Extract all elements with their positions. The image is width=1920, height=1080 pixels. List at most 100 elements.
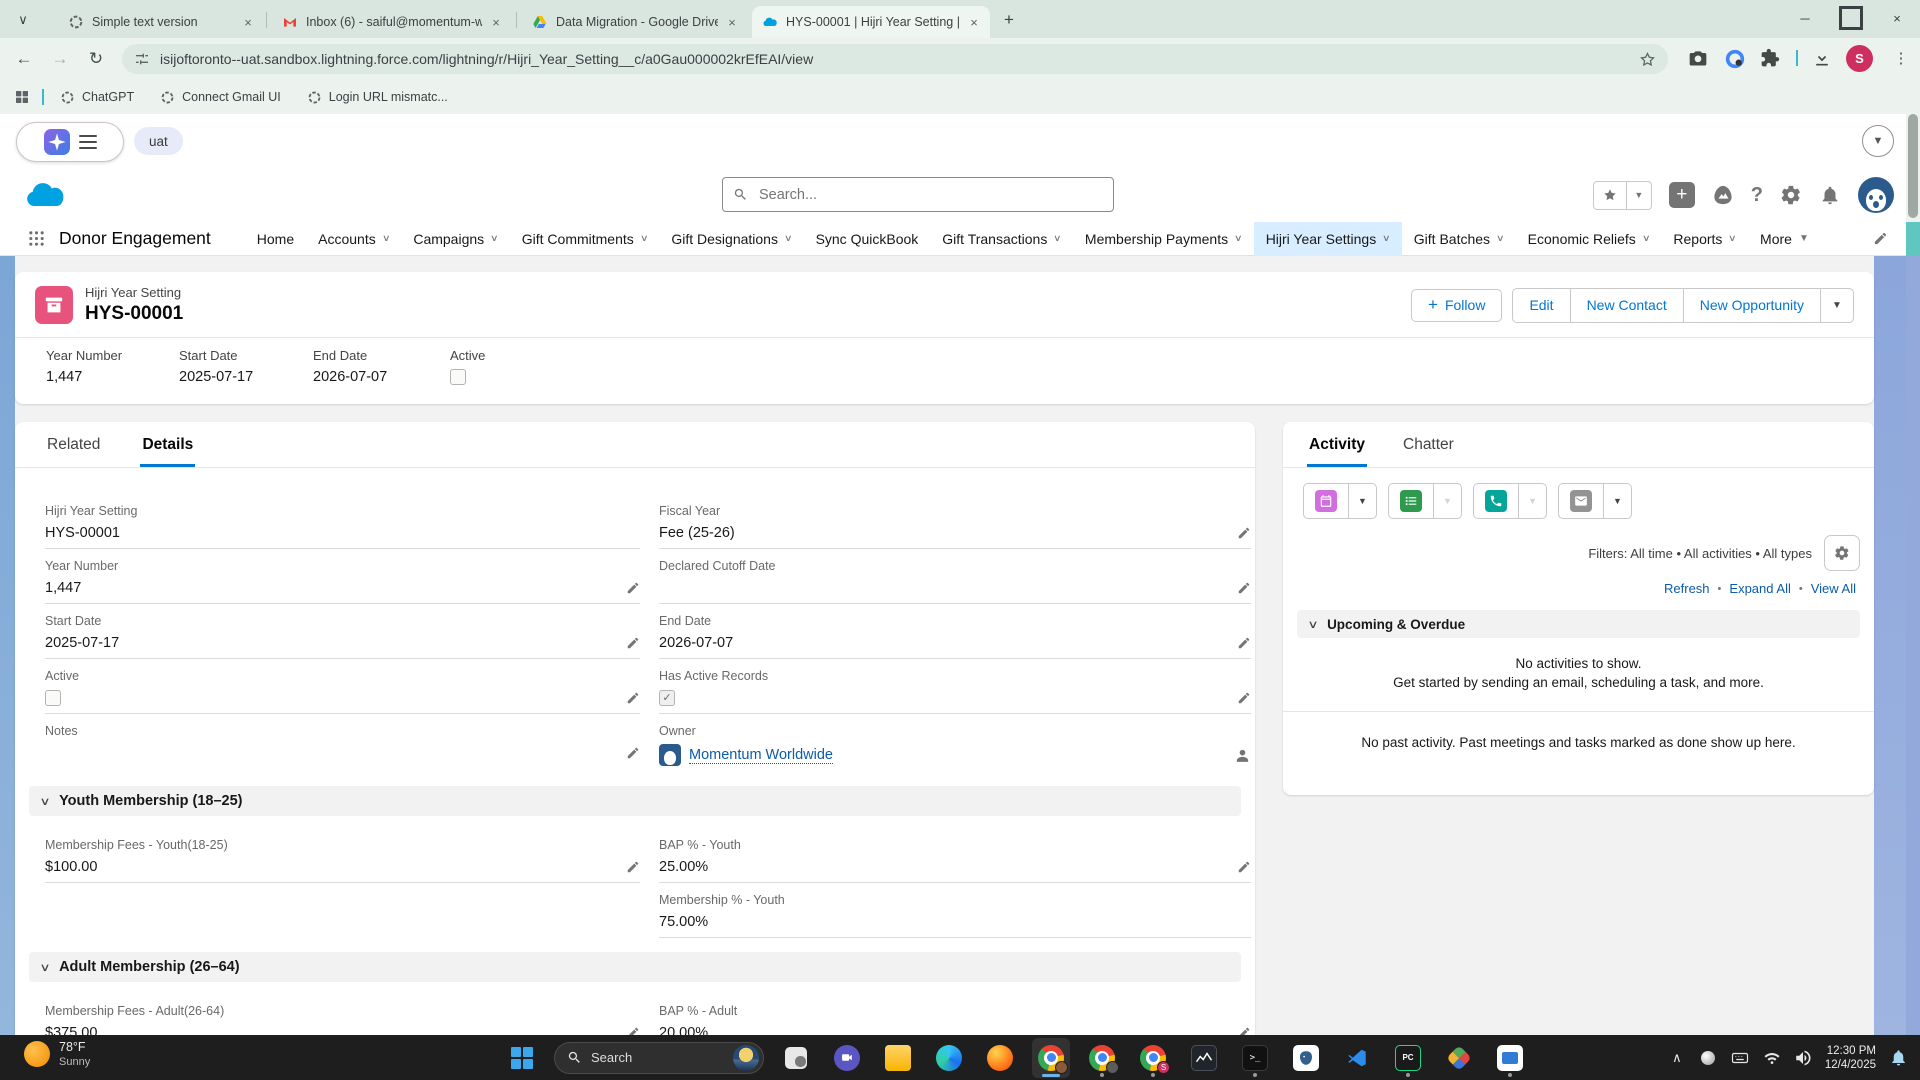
terminal-icon[interactable]: >_ bbox=[1236, 1038, 1274, 1078]
tab-related[interactable]: Related bbox=[45, 436, 102, 467]
section-youth-membership[interactable]: ∨ Youth Membership (18–25) bbox=[29, 786, 1241, 816]
site-info-icon[interactable] bbox=[134, 51, 150, 67]
chevron-down-icon[interactable]: ∨ bbox=[784, 233, 793, 244]
new-opportunity-button[interactable]: New Opportunity bbox=[1683, 289, 1820, 322]
edit-button[interactable]: Edit bbox=[1513, 289, 1569, 322]
new-tab-button[interactable]: + bbox=[998, 9, 1020, 31]
start-button[interactable] bbox=[503, 1038, 541, 1078]
notifications-bell-icon[interactable] bbox=[1819, 184, 1841, 206]
chevron-down-icon[interactable]: ∨ bbox=[1496, 233, 1505, 244]
trailhead-icon[interactable] bbox=[1712, 184, 1734, 206]
url-text[interactable]: isijoftoronto--uat.sandbox.lightning.for… bbox=[160, 51, 1639, 67]
extensions-puzzle-icon[interactable] bbox=[1760, 48, 1780, 68]
window-maximize-button[interactable] bbox=[1828, 0, 1874, 36]
edit-pencil-icon[interactable] bbox=[1237, 691, 1251, 705]
email-button[interactable]: ▼ bbox=[1558, 483, 1632, 519]
remote-desktop-icon[interactable] bbox=[1491, 1038, 1529, 1078]
favorite-star-icon[interactable] bbox=[1602, 187, 1618, 203]
edit-nav-pencil-icon[interactable] bbox=[1873, 231, 1888, 246]
browser-tab-1[interactable]: Simple text version × bbox=[58, 6, 264, 38]
forward-button[interactable]: → bbox=[48, 47, 72, 71]
edit-pencil-icon[interactable] bbox=[1237, 581, 1251, 595]
menu-icon[interactable] bbox=[79, 135, 97, 149]
new-contact-button[interactable]: New Contact bbox=[1570, 289, 1683, 322]
edit-pencil-icon[interactable] bbox=[1237, 860, 1251, 874]
setup-gear-icon[interactable] bbox=[1780, 184, 1802, 206]
scrollbar-thumb[interactable] bbox=[1908, 114, 1918, 218]
edit-pencil-icon[interactable] bbox=[626, 691, 640, 705]
task-view-button[interactable] bbox=[777, 1038, 815, 1078]
owner-link[interactable]: Momentum Worldwide bbox=[689, 747, 833, 764]
edge-browser-icon[interactable] bbox=[930, 1038, 968, 1078]
global-actions-button[interactable]: + bbox=[1669, 182, 1695, 208]
edit-pencil-icon[interactable] bbox=[1237, 526, 1251, 540]
address-bar[interactable]: isijoftoronto--uat.sandbox.lightning.for… bbox=[122, 44, 1668, 74]
nav-tab-gift-transactions[interactable]: Gift Transactions∨ bbox=[930, 222, 1073, 256]
section-adult-membership[interactable]: ∨ Adult Membership (26–64) bbox=[29, 952, 1241, 982]
diamond-app-icon[interactable] bbox=[1440, 1038, 1478, 1078]
tray-app-icon[interactable] bbox=[1699, 1049, 1717, 1067]
chrome-profile3-icon[interactable]: S bbox=[1134, 1038, 1172, 1078]
nav-tab-hijri-year-settings[interactable]: Hijri Year Settings∨ bbox=[1254, 222, 1402, 256]
notification-bell-icon[interactable] bbox=[1889, 1048, 1908, 1067]
nav-tab-gift-commitments[interactable]: Gift Commitments∨ bbox=[510, 222, 660, 256]
chevron-down-icon[interactable]: ▼ bbox=[1348, 484, 1376, 518]
tab-activity[interactable]: Activity bbox=[1307, 436, 1367, 467]
nav-tab-more[interactable]: More▼ bbox=[1748, 222, 1821, 256]
browser-tab-2[interactable]: Inbox (6) - saiful@momentum-w × bbox=[272, 6, 512, 38]
refresh-link[interactable]: Refresh bbox=[1664, 581, 1710, 596]
downloads-icon[interactable] bbox=[1812, 48, 1832, 68]
upcoming-overdue-section[interactable]: ∨ Upcoming & Overdue bbox=[1297, 610, 1860, 638]
nav-tab-gift-batches[interactable]: Gift Batches∨ bbox=[1402, 222, 1516, 256]
nav-tab-gift-designations[interactable]: Gift Designations∨ bbox=[659, 222, 803, 256]
change-owner-icon[interactable] bbox=[1234, 747, 1251, 764]
edit-pencil-icon[interactable] bbox=[1237, 636, 1251, 650]
nav-tab-accounts[interactable]: Accounts∨ bbox=[306, 222, 401, 256]
chevron-down-icon[interactable]: ∨ bbox=[1307, 618, 1318, 631]
weather-widget[interactable]: 78°F Sunny bbox=[24, 1040, 90, 1068]
favorites-dropdown-icon[interactable]: ▼ bbox=[1626, 182, 1651, 209]
browser-profile-avatar[interactable]: S bbox=[1846, 45, 1873, 72]
edit-pencil-icon[interactable] bbox=[626, 1026, 640, 1036]
reload-button[interactable]: ↻ bbox=[84, 47, 108, 71]
edit-pencil-icon[interactable] bbox=[626, 746, 640, 760]
new-event-button[interactable]: ▼ bbox=[1303, 483, 1377, 519]
volume-icon[interactable] bbox=[1794, 1049, 1812, 1067]
screenshot-extension-icon[interactable] bbox=[1688, 48, 1708, 68]
chrome-profile2-icon[interactable] bbox=[1083, 1038, 1121, 1078]
nav-tab-campaigns[interactable]: Campaigns∨ bbox=[401, 222, 509, 256]
firefox-icon[interactable] bbox=[981, 1038, 1019, 1078]
tab-search-button[interactable]: ∨ bbox=[14, 10, 32, 28]
chevron-down-icon[interactable]: ∨ bbox=[1053, 233, 1062, 244]
help-icon[interactable]: ? bbox=[1751, 184, 1763, 207]
chevron-down-icon[interactable]: ∨ bbox=[39, 961, 50, 974]
clock[interactable]: 12:30 PM 12/4/2025 bbox=[1825, 1044, 1876, 1072]
bookmark-chatgpt[interactable]: ChatGPT bbox=[60, 90, 134, 105]
log-call-button[interactable]: ▼ bbox=[1473, 483, 1547, 519]
edit-pencil-icon[interactable] bbox=[626, 581, 640, 595]
nav-tab-sync-quickbook[interactable]: Sync QuickBook bbox=[804, 222, 931, 256]
taskbar-search[interactable]: Search bbox=[554, 1042, 764, 1074]
chrome-active-icon[interactable] bbox=[1032, 1038, 1070, 1078]
nav-tab-economic-reliefs[interactable]: Economic Reliefs∨ bbox=[1516, 222, 1662, 256]
window-minimize-button[interactable]: ─ bbox=[1782, 0, 1828, 36]
page-scrollbar[interactable] bbox=[1906, 114, 1920, 1035]
touch-keyboard-icon[interactable] bbox=[1730, 1049, 1750, 1067]
browser-menu-icon[interactable]: ⋮ bbox=[1893, 46, 1909, 70]
chevron-down-icon[interactable]: ▼ bbox=[1603, 484, 1631, 518]
back-button[interactable]: ← bbox=[12, 47, 36, 71]
chevron-down-icon[interactable]: ∨ bbox=[1728, 233, 1737, 244]
bookmark-login-url[interactable]: Login URL mismatc... bbox=[307, 90, 448, 105]
activity-settings-button[interactable] bbox=[1824, 535, 1860, 571]
bookmark-star-icon[interactable] bbox=[1639, 51, 1656, 68]
chevron-down-icon[interactable]: ▼ bbox=[1799, 233, 1809, 244]
expand-all-link[interactable]: Expand All bbox=[1729, 581, 1790, 596]
nav-tab-membership-payments[interactable]: Membership Payments∨ bbox=[1073, 222, 1254, 256]
global-search-input[interactable] bbox=[757, 186, 1103, 204]
nav-tab-home[interactable]: Home bbox=[245, 222, 306, 256]
edit-pencil-icon[interactable] bbox=[626, 860, 640, 874]
vscode-icon[interactable] bbox=[1338, 1038, 1376, 1078]
chevron-down-icon[interactable]: ∨ bbox=[39, 795, 50, 808]
file-explorer-icon[interactable] bbox=[879, 1038, 917, 1078]
performance-monitor-icon[interactable] bbox=[1185, 1038, 1223, 1078]
